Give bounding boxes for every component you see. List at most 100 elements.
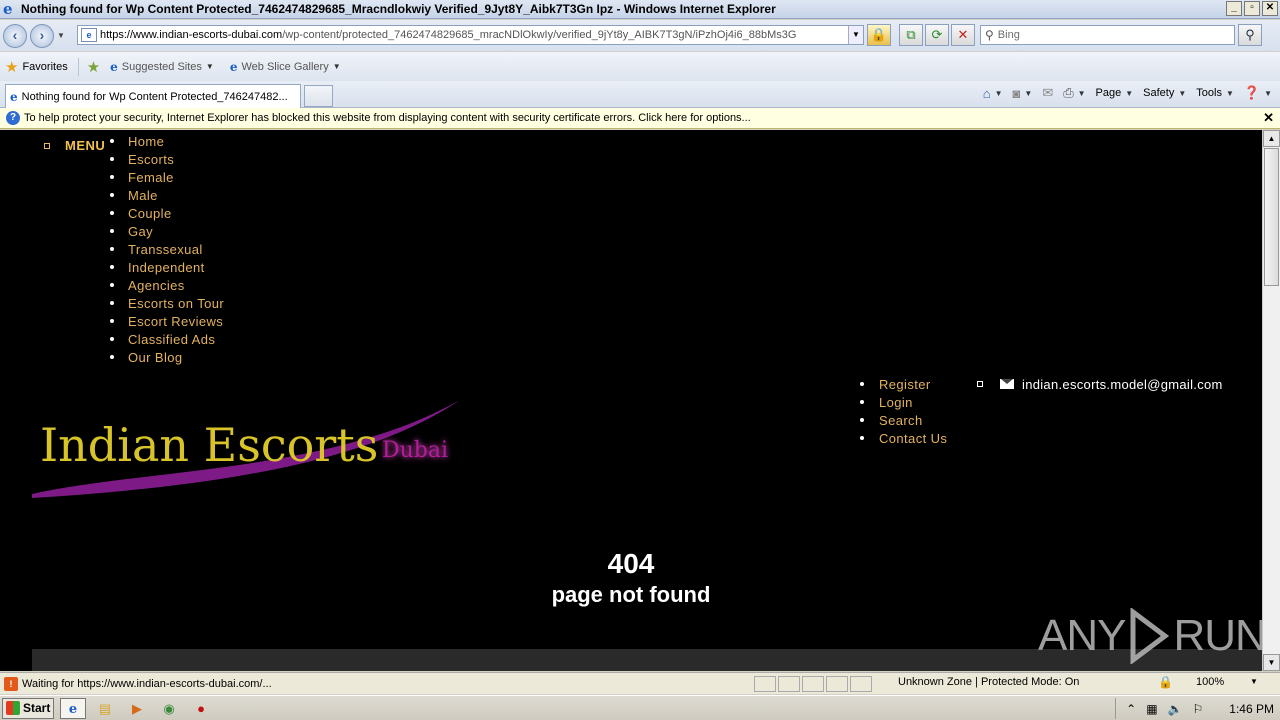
volume-icon[interactable]: 🔈: [1168, 702, 1183, 716]
taskbar-media-player-icon[interactable]: ▶: [124, 698, 150, 719]
menu-label: MENU: [65, 138, 106, 153]
nav-item-home[interactable]: Home: [110, 132, 224, 150]
info-bar-text[interactable]: To help protect your security, Internet …: [24, 112, 751, 124]
security-zone[interactable]: Unknown Zone | Protected Mode: On: [898, 676, 1079, 688]
suggested-sites-link[interactable]: e Suggested Sites ▼: [110, 60, 214, 74]
scroll-thumb[interactable]: [1264, 148, 1279, 286]
taskbar-ie-icon[interactable]: e: [60, 697, 86, 719]
nav-item-female[interactable]: Female: [110, 168, 224, 186]
error-message: page not found: [551, 582, 711, 607]
home-button[interactable]: ⌂ ▼: [983, 86, 1003, 101]
nav-item-label: Transsexual: [128, 241, 203, 257]
history-dropdown-icon[interactable]: ▼: [57, 31, 67, 40]
nav-item-gay[interactable]: Gay: [110, 222, 224, 240]
restore-button[interactable]: ▫: [1244, 1, 1260, 16]
nav-item-label: Female: [128, 169, 174, 185]
bullet-icon: [860, 436, 864, 440]
print-button[interactable]: ⎙ ▼: [1063, 85, 1085, 101]
search-icon: ⚲: [985, 28, 994, 42]
search-link[interactable]: Search: [860, 411, 947, 429]
clock[interactable]: 1:46 PM: [1229, 702, 1274, 716]
url-host: https://www.indian-escorts-dubai.com: [100, 29, 283, 41]
new-tab-button[interactable]: [304, 85, 333, 107]
window-controls: _ ▫ ✕: [1226, 1, 1278, 16]
taskbar-alert-icon[interactable]: ●: [188, 698, 214, 719]
register-label: Register: [879, 376, 931, 392]
nav-item-agencies[interactable]: Agencies: [110, 276, 224, 294]
logo-main-text: Indian Escorts: [40, 418, 379, 472]
network-icon[interactable]: ▦: [1146, 702, 1157, 716]
vertical-scrollbar[interactable]: ▲ ▼: [1262, 130, 1280, 671]
lock-icon[interactable]: 🔒: [867, 24, 891, 46]
nav-item-label: Couple: [128, 205, 172, 221]
status-pane: [754, 675, 776, 692]
start-button[interactable]: Start: [2, 697, 54, 719]
login-label: Login: [879, 394, 913, 410]
feeds-button[interactable]: ◙ ▼: [1013, 86, 1033, 101]
status-pane: [802, 675, 824, 692]
taskbar-chrome-icon[interactable]: ◉: [156, 698, 182, 719]
nav-item-classified-ads[interactable]: Classified Ads: [110, 330, 224, 348]
nav-item-label: Classified Ads: [128, 331, 216, 347]
protected-mode-icon[interactable]: 🔒: [1158, 675, 1173, 689]
tray-expand-icon[interactable]: ⌃: [1126, 702, 1136, 716]
login-link[interactable]: Login: [860, 393, 947, 411]
close-window-button[interactable]: ✕: [1262, 1, 1278, 16]
favorites-separator: [77, 57, 79, 76]
address-url[interactable]: https://www.indian-escorts-dubai.com/wp-…: [100, 29, 796, 41]
scroll-up-icon[interactable]: ▲: [1263, 130, 1280, 147]
chevron-down-icon: ▼: [1024, 88, 1033, 98]
tools-menu-label: Tools: [1196, 87, 1222, 99]
forward-button[interactable]: ›: [30, 23, 54, 48]
refresh-icon[interactable]: ⟳: [925, 24, 949, 46]
page-menu[interactable]: Page ▼: [1096, 87, 1134, 99]
ie-logo-icon: e: [3, 0, 13, 18]
contact-us-link[interactable]: Contact Us: [860, 429, 947, 447]
scroll-down-icon[interactable]: ▼: [1263, 654, 1280, 671]
action-center-flag-icon[interactable]: ⚐: [1193, 702, 1204, 716]
register-link[interactable]: Register: [860, 375, 947, 393]
contact-us-label: Contact Us: [879, 430, 948, 446]
nav-item-male[interactable]: Male: [110, 186, 224, 204]
nav-item-escort-reviews[interactable]: Escort Reviews: [110, 312, 224, 330]
web-slice-gallery-link[interactable]: e Web Slice Gallery ▼: [230, 60, 341, 74]
bullet-icon: [977, 381, 983, 387]
site-logo[interactable]: Indian Escorts Dubai: [30, 398, 462, 498]
nav-item-escorts-on-tour[interactable]: Escorts on Tour: [110, 294, 224, 312]
address-bar[interactable]: e https://www.indian-escorts-dubai.com/w…: [77, 25, 864, 45]
back-button[interactable]: ‹: [3, 23, 27, 48]
search-box[interactable]: ⚲ Bing: [980, 25, 1235, 45]
search-placeholder: Bing: [997, 29, 1020, 41]
chevron-down-icon: ▼: [332, 62, 341, 71]
chevron-down-icon: ▼: [1077, 88, 1086, 98]
nav-item-independent[interactable]: Independent: [110, 258, 224, 276]
contact-email[interactable]: indian.escorts.model@gmail.com: [977, 375, 1223, 393]
taskbar-explorer-icon[interactable]: ▤: [92, 698, 118, 719]
status-pane: [826, 675, 848, 692]
help-button[interactable]: ❓ ▼: [1244, 85, 1272, 101]
security-info-bar[interactable]: ? To help protect your security, Interne…: [0, 108, 1280, 129]
favorites-button[interactable]: ★ Favorites: [5, 58, 68, 76]
minimize-button[interactable]: _: [1226, 1, 1242, 16]
add-favorites-icon[interactable]: ★: [87, 58, 100, 76]
nav-item-escorts[interactable]: Escorts: [110, 150, 224, 168]
search-go-button[interactable]: ⚲: [1238, 24, 1262, 46]
menu-toggle[interactable]: MENU: [44, 138, 105, 153]
safety-menu[interactable]: Safety ▼: [1143, 87, 1186, 99]
chevron-down-icon[interactable]: ▼: [1250, 677, 1258, 686]
bullet-icon: [110, 265, 114, 269]
address-dropdown-icon[interactable]: ▼: [848, 26, 863, 44]
nav-item-transsexual[interactable]: Transsexual: [110, 240, 224, 258]
tab-current[interactable]: e Nothing found for Wp Content Protected…: [5, 84, 301, 108]
nav-item-label: Escorts on Tour: [128, 295, 225, 311]
stop-icon[interactable]: ✕: [951, 24, 975, 46]
page-menu-label: Page: [1095, 87, 1122, 99]
nav-item-couple[interactable]: Couple: [110, 204, 224, 222]
mail-button[interactable]: ✉: [1042, 85, 1053, 101]
chevron-down-icon: ▼: [994, 88, 1003, 98]
nav-item-our-blog[interactable]: Our Blog: [110, 348, 224, 366]
compatibility-view-icon[interactable]: ⧉: [899, 24, 923, 46]
tools-menu[interactable]: Tools ▼: [1196, 87, 1234, 99]
zoom-level[interactable]: 100%: [1196, 676, 1224, 688]
close-icon[interactable]: ✕: [1263, 110, 1274, 126]
